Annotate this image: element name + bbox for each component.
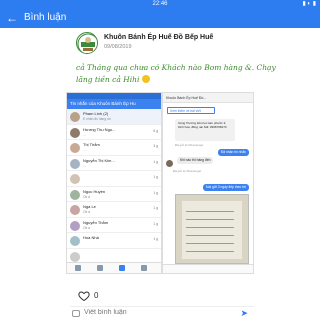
- menu-icon: [141, 265, 147, 271]
- screenshot-via-text: Đã gửi từ Messenger: [175, 143, 204, 147]
- avatar[interactable]: [76, 32, 98, 54]
- conversation-time: 1 g: [153, 206, 158, 210]
- status-time: 22:46: [152, 1, 168, 7]
- screenshot-chip: Xem thêm về bài viết: [167, 107, 215, 114]
- send-icon[interactable]: ➤: [240, 308, 248, 319]
- screenshot-bubble-sent: Đã nhận tin nhắn: [217, 149, 249, 156]
- post-header: Khuôn Bánh Ép Huế Đồ Bếp Huế 09/08/2019: [76, 32, 246, 54]
- page-title: Bình luận: [24, 12, 67, 23]
- avatar: [70, 158, 80, 169]
- post-author[interactable]: Khuôn Bánh Ép Huế Đồ Bếp Huế: [104, 34, 213, 41]
- post-caption: cả Tháng qua chưa có Khách nào Bom hàng …: [76, 62, 276, 86]
- list-item[interactable]: Ngọc Huyền Ok a 1 g: [67, 187, 161, 202]
- conversation-time: 1 g: [153, 190, 158, 195]
- screenshot-address-card: Cộng Trương tiểu học tam phước 3, bình h…: [175, 119, 235, 141]
- reaction-bar: 0 ➤: [66, 276, 254, 320]
- comment-icon: [72, 310, 80, 317]
- list-item[interactable]: Pham Linh (2) E nhận đc hàng rồi: [67, 109, 161, 125]
- screenshot-message-input: [163, 264, 253, 273]
- conversation-preview: ...: [83, 163, 86, 168]
- bell-icon: [119, 265, 125, 271]
- status-icons: ▮ ◐ ▮: [302, 1, 316, 7]
- avatar: [70, 143, 80, 153]
- avatar: [70, 189, 80, 200]
- smile-emoji-icon: [141, 75, 150, 83]
- conversation-preview: Ok a: [83, 194, 90, 199]
- conversation-time: 1 g: [153, 175, 158, 179]
- avatar: [70, 251, 80, 262]
- app-bar: ← Bình luận: [0, 8, 320, 28]
- conversation-time: 3 g: [153, 144, 158, 148]
- screenshot-bubble-received: Khi nào thì hàng đến: [177, 157, 214, 164]
- shop-logo-icon: [77, 33, 97, 53]
- conversation-preview: ...: [83, 132, 86, 137]
- conversation-time: 1 g: [153, 221, 158, 226]
- list-item[interactable]: Hương Thu Ngọ...... 6 g: [67, 125, 161, 140]
- conversation-name: Pham Linh (2): [83, 111, 109, 116]
- like-count: 0: [94, 291, 99, 300]
- conversation-preview: ...: [83, 148, 86, 152]
- screenshot-bottom-nav: [67, 262, 161, 273]
- conversation-name: Hoa Nhà: [83, 235, 99, 240]
- conversation-name: Thị Thắm: [83, 142, 100, 147]
- screenshot-avatar: [166, 160, 173, 167]
- screenshot-via-text-2: Đã gửi từ Messenger: [173, 169, 202, 173]
- comments-page: 22:46 ▮ ◐ ▮ ← Bình luận Khuôn Bánh Ép Hu…: [0, 0, 320, 320]
- screenshot-chat-header: Khuôn Bánh Ép Huế Đồ...: [163, 93, 253, 103]
- post-date: 09/08/2019: [104, 44, 132, 50]
- screenshot-list-title: Tin nhắn của Khuôn Bánh Ép Hu: [67, 99, 161, 109]
- comment-box: ➤: [70, 306, 254, 318]
- status-bar: 22:46 ▮ ◐ ▮: [0, 0, 320, 8]
- conversation-name: Ngọc Huyền: [83, 188, 106, 194]
- list-item[interactable]: Nguyễn Thị Kim...... 1 g: [67, 156, 161, 171]
- avatar: [70, 174, 80, 184]
- list-item[interactable]: Nga Le Ok a 1 g: [67, 202, 161, 218]
- list-item[interactable]: Hoa Nhà 1 g: [67, 233, 161, 249]
- post-caption-text: cả Tháng qua chưa có Khách nào Bom hàng …: [76, 63, 276, 84]
- comment-input[interactable]: [84, 309, 204, 316]
- people-icon: [97, 265, 103, 271]
- conversation-name: Nga Le: [83, 204, 96, 209]
- conversation-preview: Ok a: [83, 210, 90, 214]
- conversation-preview: E nhận đc hàng rồi: [83, 117, 111, 121]
- conversation-name: Nguyễn Thắm: [83, 219, 109, 225]
- back-arrow-icon[interactable]: ←: [6, 12, 18, 24]
- avatar: [70, 205, 80, 215]
- screenshot-conversation-list: Pham Linh (2) E nhận đc hàng rồi Hương Thu…: [67, 109, 161, 264]
- conversation-time: 6 g: [153, 128, 158, 133]
- home-icon: [75, 265, 81, 271]
- avatar: [70, 112, 80, 122]
- heart-icon[interactable]: [78, 290, 90, 302]
- screenshot-messenger-list[interactable]: Tin nhắn của Khuôn Bánh Ép Hu Pham Linh …: [66, 92, 162, 274]
- avatar: [70, 127, 80, 138]
- conversation-name: Nguyễn Thị Kim...: [83, 157, 115, 163]
- conversation-name: Hương Thu Ngọ...: [83, 126, 116, 132]
- screenshot-photo: [175, 194, 249, 264]
- conversation-time: 1 g: [153, 237, 158, 241]
- screenshot-conversation[interactable]: Khuôn Bánh Ép Huế Đồ... Xem thêm về bài …: [162, 92, 254, 274]
- conversation-time: 1 g: [153, 159, 158, 164]
- avatar: [70, 220, 80, 231]
- conversation-preview: Ok a: [83, 225, 90, 230]
- list-item[interactable]: Thị Thắm... 3 g: [67, 140, 161, 156]
- list-item[interactable]: Nguyễn Thắm Ok a 1 g: [67, 218, 161, 233]
- screenshot-bubble-sent-2: Mai gửi 3 ngày tiếp theo tới: [202, 184, 249, 191]
- list-item[interactable]: 1 g: [67, 171, 161, 187]
- avatar: [70, 236, 80, 246]
